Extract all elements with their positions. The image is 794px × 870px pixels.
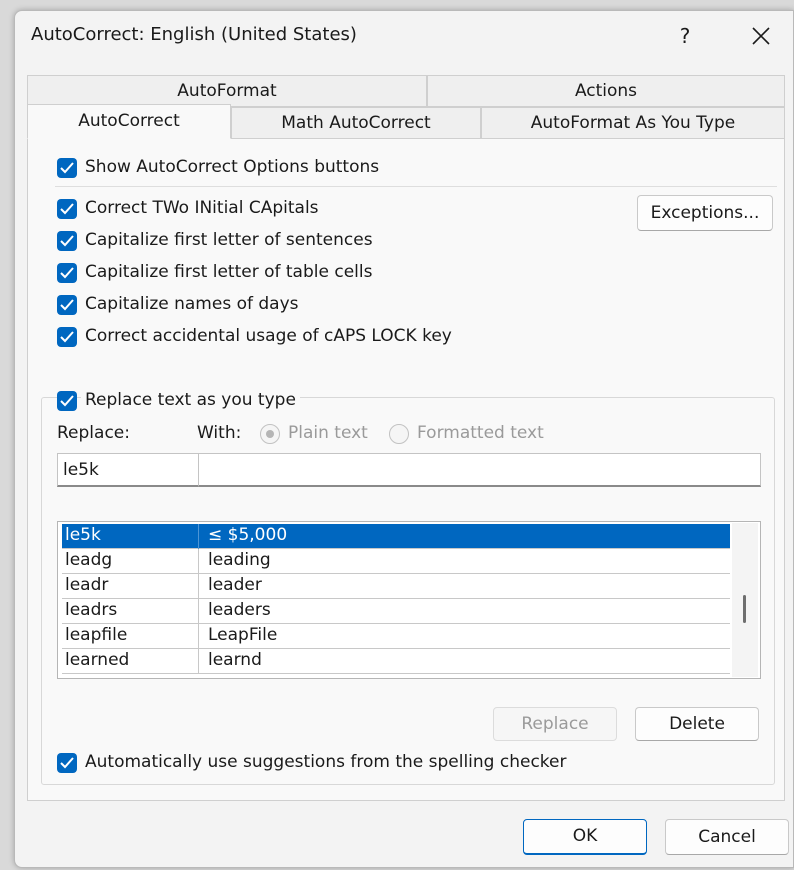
check-icon (60, 331, 74, 343)
show-options-label: Show AutoCorrect Options buttons (85, 157, 380, 177)
replace-as-type-checkbox[interactable] (57, 391, 77, 411)
column-divider (198, 649, 199, 674)
entry-to: ≤ $5,000 (208, 525, 288, 545)
entry-from: leadrs (65, 600, 118, 620)
first-table-cell-label: Capitalize first letter of table cells (85, 262, 373, 282)
autocorrect-entries-list[interactable]: le5k ≤ $5,000 leadg leading leadr leader… (57, 521, 761, 679)
entry-from: le5k (65, 525, 101, 545)
table-row[interactable]: leadrs leaders (62, 599, 730, 624)
entry-to: leaders (208, 600, 271, 620)
replace-button[interactable]: Replace (493, 707, 617, 741)
table-row[interactable]: leadg leading (62, 549, 730, 574)
delete-button[interactable]: Delete (635, 707, 759, 741)
check-icon (60, 299, 74, 311)
help-button[interactable]: ? (663, 19, 707, 53)
column-divider (198, 624, 199, 649)
tab-autoformat[interactable]: AutoFormat (27, 75, 427, 107)
list-scrollbar[interactable] (732, 523, 758, 677)
formatted-text-radio[interactable] (389, 424, 409, 444)
table-row[interactable]: leadr leader (62, 574, 730, 599)
check-icon (60, 235, 74, 247)
table-row[interactable]: learned learnd (62, 649, 730, 674)
replace-input-value: le5k (63, 460, 99, 480)
replace-as-type-label: Replace text as you type (81, 390, 300, 410)
first-sentence-label: Capitalize first letter of sentences (85, 230, 373, 250)
entry-from: leapfile (65, 625, 128, 645)
entry-to: leading (208, 550, 271, 570)
plain-text-label: Plain text (288, 423, 368, 443)
replace-label: Replace: (57, 423, 130, 443)
entry-from: learned (65, 650, 130, 670)
auto-suggest-label: Automatically use suggestions from the s… (85, 752, 567, 772)
formatted-text-label: Formatted text (417, 423, 544, 443)
exceptions-button[interactable]: Exceptions... (637, 195, 773, 231)
caps-lock-label: Correct accidental usage of cAPS LOCK ke… (85, 326, 452, 346)
ok-button[interactable]: OK (523, 819, 647, 855)
plain-text-radio[interactable] (260, 424, 280, 444)
table-row[interactable]: leapfile LeapFile (62, 624, 730, 649)
entry-to: learnd (208, 650, 262, 670)
tab-math-autocorrect[interactable]: Math AutoCorrect (231, 107, 481, 139)
with-label: With: (197, 423, 242, 443)
names-days-label: Capitalize names of days (85, 294, 299, 314)
tab-actions[interactable]: Actions (427, 75, 785, 107)
close-icon (752, 27, 770, 45)
check-icon (60, 162, 74, 174)
with-input[interactable] (198, 453, 761, 487)
autocorrect-dialog: AutoCorrect: English (United States) ? A… (14, 10, 794, 868)
tab-autocorrect[interactable]: AutoCorrect (27, 104, 231, 139)
column-divider (198, 524, 199, 549)
check-icon (60, 395, 74, 407)
entry-from: leadg (65, 550, 113, 570)
check-icon (60, 267, 74, 279)
tab-autoformat-as-you-type[interactable]: AutoFormat As You Type (481, 107, 785, 139)
column-divider (198, 574, 199, 599)
separator (55, 186, 777, 187)
cancel-button[interactable]: Cancel (665, 819, 789, 855)
first-sentence-checkbox[interactable] (57, 231, 77, 251)
replace-input[interactable]: le5k (57, 453, 199, 487)
two-initial-label: Correct TWo INitial CApitals (85, 198, 319, 218)
caps-lock-checkbox[interactable] (57, 327, 77, 347)
check-icon (60, 203, 74, 215)
title-bar: AutoCorrect: English (United States) ? (15, 11, 793, 61)
close-button[interactable] (737, 19, 785, 53)
two-initial-checkbox[interactable] (57, 199, 77, 219)
dialog-title: AutoCorrect: English (United States) (31, 24, 357, 45)
names-days-checkbox[interactable] (57, 295, 77, 315)
table-row[interactable]: le5k ≤ $5,000 (62, 524, 730, 549)
check-icon (60, 757, 74, 769)
scrollbar-thumb[interactable] (743, 595, 746, 623)
auto-suggest-checkbox[interactable] (57, 753, 77, 773)
column-divider (198, 549, 199, 574)
entry-from: leadr (65, 575, 109, 595)
show-options-checkbox[interactable] (57, 158, 77, 178)
entry-to: leader (208, 575, 262, 595)
first-table-cell-checkbox[interactable] (57, 263, 77, 283)
column-divider (198, 599, 199, 624)
entry-to: LeapFile (208, 625, 278, 645)
